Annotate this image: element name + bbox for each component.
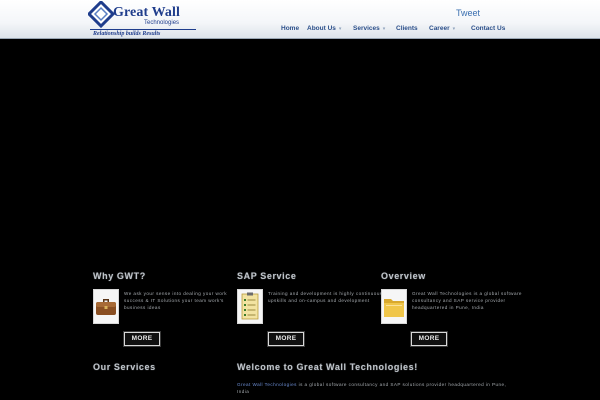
checklist-thumb — [237, 289, 263, 324]
site-logo[interactable]: Great Wall Technologies Relationship bui… — [88, 1, 198, 38]
overview-text: Great Wall Technologies is a global soft… — [412, 291, 522, 310]
nav-item-home[interactable]: Home — [281, 25, 299, 32]
logo-divider — [90, 29, 196, 30]
welcome-heading: Welcome to Great Wall Technologies! — [237, 362, 418, 372]
nav-label: Clients — [396, 25, 418, 32]
why-gwt-more-button[interactable]: MORE — [124, 332, 160, 346]
sap-service-more-button[interactable]: MORE — [268, 332, 304, 346]
why-gwt-heading: Why GWT? — [93, 271, 146, 281]
briefcase-thumb — [93, 289, 119, 324]
sap-service-text: Training and development is highly conti… — [268, 291, 383, 303]
nav-item-clients[interactable]: Clients — [396, 25, 418, 32]
nav-item-contact-us[interactable]: Contact Us — [471, 25, 505, 32]
logo-tagline: Relationship builds Results — [93, 31, 161, 37]
briefcase-icon — [94, 290, 118, 323]
chevron-down-icon: ▾ — [338, 26, 342, 32]
folder-icon — [382, 290, 406, 323]
nav-label: Services — [353, 25, 380, 32]
welcome-text: Great Wall Technologies is a global soft… — [237, 381, 507, 395]
nav-label: Contact Us — [471, 25, 506, 32]
nav-label: Career — [429, 25, 450, 32]
folder-thumb — [381, 289, 407, 324]
logo-title: Great Wall — [113, 5, 180, 20]
nav-label: Home — [281, 25, 300, 32]
nav-item-about-us[interactable]: About Us ▾ — [307, 25, 341, 32]
chevron-down-icon: ▾ — [452, 26, 456, 32]
nav-item-career[interactable]: Career ▾ — [429, 25, 455, 32]
nav-label: About Us — [307, 25, 336, 32]
checklist-icon — [238, 290, 262, 323]
overview-more-button[interactable]: MORE — [411, 332, 447, 346]
overview-heading: Overview — [381, 271, 426, 281]
tweet-button[interactable]: Tweet — [456, 8, 480, 18]
site-header: Great Wall Technologies Relationship bui… — [0, 0, 600, 39]
logo-subtitle: Technologies — [144, 20, 180, 26]
our-services-heading: Our Services — [93, 362, 156, 372]
nav-item-services[interactable]: Services ▾ — [353, 25, 385, 32]
welcome-company-link[interactable]: Great Wall Technologies — [237, 382, 297, 387]
why-gwt-text: We ask your sense into dealing your work… — [124, 291, 227, 310]
sap-service-heading: SAP Service — [237, 271, 297, 281]
chevron-down-icon: ▾ — [382, 26, 386, 32]
